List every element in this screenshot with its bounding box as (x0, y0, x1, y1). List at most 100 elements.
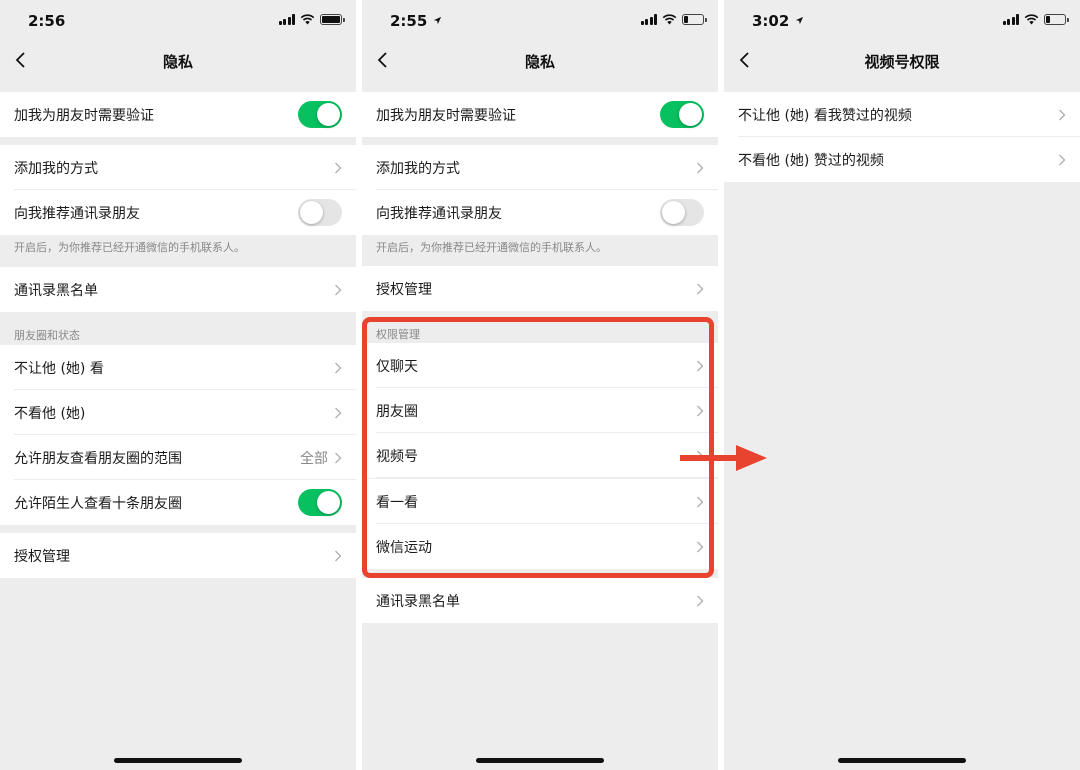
row-label: 通讯录黑名单 (14, 282, 98, 299)
row-stranger-ten[interactable]: 允许陌生人查看十条朋友圈 (0, 480, 356, 525)
row-hide-my-likes[interactable]: 不让他 (她) 看我赞过的视频 (724, 92, 1080, 137)
row-recommend-contacts[interactable]: 向我推荐通讯录朋友 (0, 190, 356, 235)
row-label: 不让他 (她) 看我赞过的视频 (738, 107, 912, 124)
chevron-right-icon (335, 284, 342, 295)
home-indicator[interactable] (114, 758, 242, 763)
row-label: 仅聊天 (376, 358, 418, 375)
row-add-methods[interactable]: 添加我的方式 (362, 145, 718, 190)
row-dont-let-see[interactable]: 不让他 (她) 看 (0, 345, 356, 390)
section-label-moments: 朋友圈和状态 (14, 329, 80, 342)
wifi-icon (300, 14, 315, 25)
page-title: 视频号权限 (864, 53, 940, 71)
row-auth-manage[interactable]: 授权管理 (0, 533, 356, 578)
chevron-right-icon (697, 541, 704, 552)
row-label: 加我为朋友时需要验证 (376, 107, 516, 124)
page-title: 隐私 (524, 53, 555, 71)
row-label: 视频号 (376, 448, 418, 465)
back-chevron-icon[interactable] (736, 50, 756, 70)
recommend-hint: 开启后，为你推荐已经开通微信的手机联系人。 (14, 241, 245, 254)
chevron-right-icon (697, 162, 704, 173)
wifi-icon (662, 14, 677, 25)
chevron-right-icon (335, 162, 342, 173)
chevron-right-icon (697, 595, 704, 606)
friend-verify-toggle[interactable] (660, 101, 704, 128)
page-title: 隐私 (162, 53, 193, 71)
status-time: 2:56 (28, 12, 66, 30)
row-label: 微信运动 (376, 539, 432, 556)
nav-bar: 视频号权限 (724, 42, 1080, 80)
friend-verify-toggle[interactable] (298, 101, 342, 128)
row-label: 不看他 (她) (14, 405, 86, 422)
status-bar: 3:02 (724, 0, 1080, 42)
row-moments-range[interactable]: 允许朋友查看朋友圈的范围 全部 (0, 435, 356, 480)
chevron-right-icon (335, 452, 342, 463)
battery-icon (320, 14, 345, 25)
chevron-right-icon (697, 283, 704, 294)
signal-icon (640, 14, 657, 25)
row-dont-see[interactable]: 不看他 (她) (0, 390, 356, 435)
phone-screen-privacy-2: 2:55 隐私 加我为朋友时需要验证 添加我的方式 向我推荐通讯录朋友 开启后，… (362, 0, 718, 770)
row-label: 向我推荐通讯录朋友 (376, 205, 502, 222)
row-label: 授权管理 (376, 281, 432, 298)
status-time: 3:02 (752, 12, 804, 30)
battery-icon (1044, 14, 1069, 25)
row-friend-verify[interactable]: 加我为朋友时需要验证 (362, 92, 718, 137)
annotation-arrow-icon (680, 445, 767, 471)
chevron-right-icon (335, 407, 342, 418)
row-recommend-contacts[interactable]: 向我推荐通讯录朋友 (362, 190, 718, 235)
row-label: 看一看 (376, 494, 418, 511)
chevron-right-icon (697, 405, 704, 416)
nav-bar: 隐私 (362, 42, 718, 80)
chevron-right-icon (1059, 154, 1066, 165)
row-moments[interactable]: 朋友圈 (362, 388, 718, 433)
home-indicator[interactable] (838, 758, 966, 763)
row-label: 授权管理 (14, 548, 70, 565)
recommend-contacts-toggle[interactable] (660, 199, 704, 226)
row-friend-verify[interactable]: 加我为朋友时需要验证 (0, 92, 356, 137)
row-chat-only[interactable]: 仅聊天 (362, 343, 718, 388)
battery-icon (682, 14, 707, 25)
stranger-ten-toggle[interactable] (298, 489, 342, 516)
location-arrow-icon (795, 16, 803, 25)
signal-icon (278, 14, 295, 25)
row-add-methods[interactable]: 添加我的方式 (0, 145, 356, 190)
chevron-right-icon (697, 496, 704, 507)
row-label: 加我为朋友时需要验证 (14, 107, 154, 124)
chevron-right-icon (335, 550, 342, 561)
row-werun[interactable]: 微信运动 (362, 524, 718, 569)
back-chevron-icon[interactable] (374, 50, 394, 70)
row-channels[interactable]: 视频号 (362, 433, 718, 478)
status-bar: 2:55 (362, 0, 718, 42)
status-time: 2:55 (390, 12, 442, 30)
signal-icon (1002, 14, 1019, 25)
row-label: 不让他 (她) 看 (14, 360, 104, 377)
chevron-right-icon (1059, 109, 1066, 120)
row-label: 朋友圈 (376, 403, 418, 420)
back-chevron-icon[interactable] (12, 50, 32, 70)
row-hide-their-likes[interactable]: 不看他 (她) 赞过的视频 (724, 137, 1080, 182)
row-value: 全部 (300, 450, 328, 467)
status-bar: 2:56 (0, 0, 356, 42)
row-contacts-blacklist[interactable]: 通讯录黑名单 (0, 267, 356, 312)
row-label: 允许朋友查看朋友圈的范围 (14, 450, 182, 467)
row-label: 不看他 (她) 赞过的视频 (738, 152, 884, 169)
row-top-stories[interactable]: 看一看 (362, 479, 718, 524)
section-label-permissions: 权限管理 (376, 328, 420, 341)
phone-screen-privacy-1: 2:56 隐私 加我为朋友时需要验证 添加我的方式 向我推荐通讯录朋友 开启后，… (0, 0, 356, 770)
row-label: 添加我的方式 (376, 160, 460, 177)
chevron-right-icon (335, 362, 342, 373)
row-label: 添加我的方式 (14, 160, 98, 177)
row-contacts-blacklist[interactable]: 通讯录黑名单 (362, 578, 718, 623)
location-arrow-icon (433, 16, 441, 25)
recommend-hint: 开启后，为你推荐已经开通微信的手机联系人。 (376, 241, 607, 254)
wifi-icon (1024, 14, 1039, 25)
row-auth-manage[interactable]: 授权管理 (362, 266, 718, 311)
home-indicator[interactable] (476, 758, 604, 763)
recommend-contacts-toggle[interactable] (298, 199, 342, 226)
row-label: 允许陌生人查看十条朋友圈 (14, 495, 182, 512)
row-label: 向我推荐通讯录朋友 (14, 205, 140, 222)
row-label: 通讯录黑名单 (376, 593, 460, 610)
chevron-right-icon (697, 360, 704, 371)
nav-bar: 隐私 (0, 42, 356, 80)
phone-screen-channels-permission: 3:02 视频号权限 不让他 (她) 看我赞过的视频 不看他 (她) 赞过的视频 (724, 0, 1080, 770)
